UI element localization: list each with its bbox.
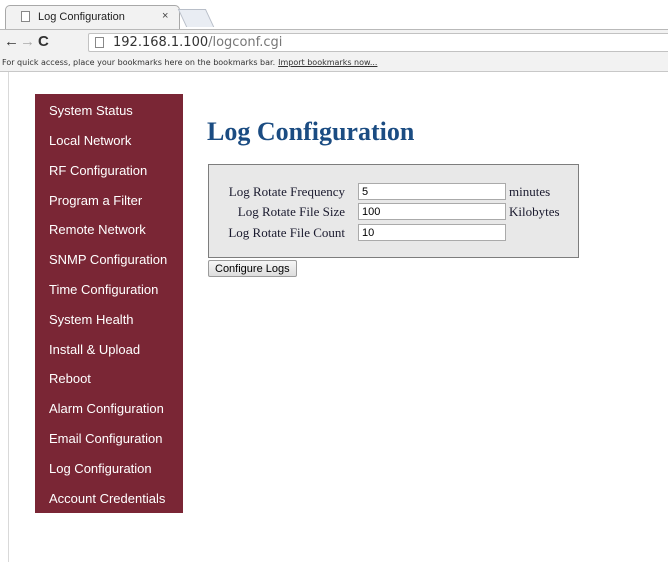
rotate-file-size-input[interactable] bbox=[358, 203, 506, 220]
sidebar-item-system-status[interactable]: System Status bbox=[49, 103, 133, 118]
rotate-file-size-unit: Kilobytes bbox=[509, 204, 560, 219]
tab-title: Log Configuration bbox=[38, 11, 125, 23]
sidebar-item-remote-network[interactable]: Remote Network bbox=[49, 222, 146, 237]
log-config-form: Log Rotate Frequency minutes Log Rotate … bbox=[208, 164, 579, 258]
rotate-file-size-label: Log Rotate File Size bbox=[237, 204, 345, 219]
back-arrow-icon[interactable]: ← bbox=[4, 33, 19, 50]
rotate-frequency-input[interactable] bbox=[358, 183, 506, 200]
sidebar-item-alarm-configuration[interactable]: Alarm Configuration bbox=[49, 401, 164, 416]
url-path: /logconf.cgi bbox=[208, 35, 283, 50]
page-icon bbox=[95, 37, 104, 48]
configure-logs-button[interactable]: Configure Logs bbox=[208, 260, 297, 277]
sidebar-item-time-configuration[interactable]: Time Configuration bbox=[49, 282, 158, 297]
rotate-frequency-unit: minutes bbox=[509, 184, 551, 199]
new-tab-button[interactable] bbox=[177, 9, 215, 27]
sidebar-item-email-configuration[interactable]: Email Configuration bbox=[49, 431, 162, 446]
sidebar-nav: System Status Local Network RF Configura… bbox=[35, 94, 183, 513]
browser-toolbar: ← → C 192.168.1.100/logconf.cgi bbox=[0, 29, 668, 54]
sidebar-item-snmp-configuration[interactable]: SNMP Configuration bbox=[49, 252, 167, 267]
page-title: Log Configuration bbox=[207, 117, 415, 146]
sidebar-item-reboot[interactable]: Reboot bbox=[49, 371, 91, 386]
bookmarks-message-text: For quick access, place your bookmarks h… bbox=[2, 58, 276, 67]
address-bar[interactable]: 192.168.1.100/logconf.cgi bbox=[88, 33, 668, 52]
url-text[interactable]: 192.168.1.100/logconf.cgi bbox=[113, 35, 282, 50]
bookmarks-bar: For quick access, place your bookmarks h… bbox=[0, 54, 668, 72]
import-bookmarks-link[interactable]: Import bookmarks now... bbox=[278, 58, 377, 67]
sidebar-item-install-upload[interactable]: Install & Upload bbox=[49, 342, 140, 357]
sidebar-item-system-health[interactable]: System Health bbox=[49, 312, 134, 327]
sidebar-item-program-a-filter[interactable]: Program a Filter bbox=[49, 193, 142, 208]
sidebar-item-rf-configuration[interactable]: RF Configuration bbox=[49, 163, 147, 178]
reload-icon[interactable]: C bbox=[38, 33, 49, 50]
frame-divider bbox=[8, 72, 9, 562]
page-icon bbox=[21, 11, 30, 22]
rotate-frequency-label: Log Rotate Frequency bbox=[228, 184, 345, 199]
rotate-file-count-label: Log Rotate File Count bbox=[228, 225, 345, 240]
browser-tab[interactable]: Log Configuration × bbox=[5, 5, 180, 29]
tab-strip: Log Configuration × bbox=[0, 0, 668, 29]
sidebar-item-local-network[interactable]: Local Network bbox=[49, 133, 131, 148]
bookmarks-message: For quick access, place your bookmarks h… bbox=[2, 58, 377, 67]
url-host: 192.168.1.100 bbox=[113, 35, 209, 50]
rotate-file-count-input[interactable] bbox=[358, 224, 506, 241]
forward-arrow-icon[interactable]: → bbox=[20, 33, 35, 50]
sidebar-item-account-credentials[interactable]: Account Credentials bbox=[49, 491, 165, 506]
tab-close-icon[interactable]: × bbox=[162, 10, 168, 22]
sidebar-item-log-configuration[interactable]: Log Configuration bbox=[49, 461, 152, 476]
